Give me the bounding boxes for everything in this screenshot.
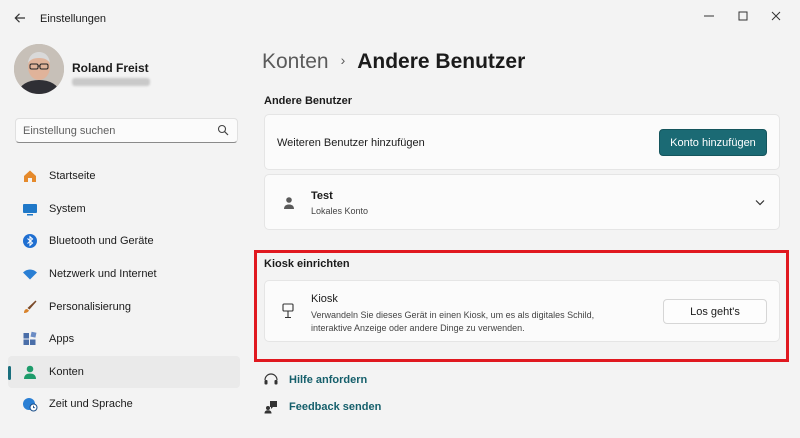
feedback-icon xyxy=(263,399,279,415)
sidebar-item-zeit-sprache[interactable]: Zeit und Sprache xyxy=(8,388,240,421)
help-link[interactable]: Hilfe anfordern xyxy=(263,372,367,388)
home-icon xyxy=(22,168,38,184)
sidebar-item-bluetooth[interactable]: Bluetooth und Geräte xyxy=(8,225,240,258)
breadcrumb-separator: › xyxy=(340,52,346,68)
user-name-test: Test xyxy=(311,190,333,202)
minimize-button[interactable] xyxy=(694,6,724,26)
wifi-icon xyxy=(22,266,38,282)
settings-window: Einstellungen Roland Freist Einstellung … xyxy=(0,0,800,438)
sidebar-item-label: Bluetooth und Geräte xyxy=(49,235,154,248)
user-account-type: Lokales Konto xyxy=(311,206,369,216)
person-icon xyxy=(22,364,38,380)
app-title: Einstellungen xyxy=(40,13,107,25)
sidebar-item-label: Apps xyxy=(49,333,75,346)
sidebar-item-label: Personalisierung xyxy=(49,300,131,313)
avatar[interactable] xyxy=(14,44,64,94)
add-user-label: Weiteren Benutzer hinzufügen xyxy=(277,137,425,149)
sidebar-item-system[interactable]: System xyxy=(8,193,240,226)
page-title: Andere Benutzer xyxy=(357,50,526,73)
sidebar-item-apps[interactable]: Apps xyxy=(8,323,240,356)
breadcrumb-parent[interactable]: Konten xyxy=(262,50,329,74)
breadcrumb: Konten › Andere Benutzer xyxy=(262,50,525,74)
section-title-other-users: Andere Benutzer xyxy=(264,95,353,107)
apps-icon xyxy=(22,331,38,347)
sidebar-item-konten[interactable]: Konten xyxy=(8,355,240,389)
settings-search[interactable] xyxy=(15,118,238,143)
chevron-down-icon[interactable] xyxy=(755,199,765,206)
sidebar-item-network[interactable]: Netzwerk und Internet xyxy=(8,258,240,291)
globe-clock-icon xyxy=(22,396,38,412)
add-account-button[interactable]: Konto hinzufügen xyxy=(659,129,767,156)
search-input[interactable] xyxy=(16,119,211,142)
brush-icon xyxy=(22,299,38,315)
sidebar-item-label: Zeit und Sprache xyxy=(49,398,133,411)
feedback-link[interactable]: Feedback senden xyxy=(263,399,381,415)
add-user-card: Weiteren Benutzer hinzufügen Konto hinzu… xyxy=(264,114,780,170)
search-icon[interactable] xyxy=(217,124,229,136)
monitor-icon xyxy=(22,201,38,217)
maximize-icon xyxy=(738,11,748,21)
sidebar-item-personalisierung[interactable]: Personalisierung xyxy=(8,290,240,323)
user-email-blurred xyxy=(72,78,150,86)
title-bar: Einstellungen xyxy=(0,0,800,34)
person-outline-icon xyxy=(284,197,294,209)
arrow-left-icon xyxy=(14,13,25,23)
close-button[interactable] xyxy=(761,6,791,26)
sidebar-item-startseite[interactable]: Startseite xyxy=(8,160,240,193)
maximize-button[interactable] xyxy=(728,6,758,26)
bluetooth-icon xyxy=(22,233,38,249)
feedback-link-label[interactable]: Feedback senden xyxy=(289,401,381,413)
back-button[interactable] xyxy=(8,8,32,28)
avatar-photo xyxy=(14,44,64,94)
user-card-test[interactable]: Test Lokales Konto xyxy=(264,174,780,230)
minimize-icon xyxy=(704,15,714,17)
sidebar-item-label: Startseite xyxy=(49,170,96,183)
highlight-frame xyxy=(254,250,789,362)
help-icon xyxy=(263,372,279,388)
close-icon xyxy=(771,11,781,21)
sidebar-item-label: Netzwerk und Internet xyxy=(49,268,157,281)
sidebar-item-label: Konten xyxy=(49,365,84,378)
sidebar-nav: Startseite System Bluetooth und Geräte N… xyxy=(8,160,240,421)
user-name: Roland Freist xyxy=(72,61,149,75)
sidebar-item-label: System xyxy=(49,202,86,215)
help-link-label[interactable]: Hilfe anfordern xyxy=(289,374,367,386)
